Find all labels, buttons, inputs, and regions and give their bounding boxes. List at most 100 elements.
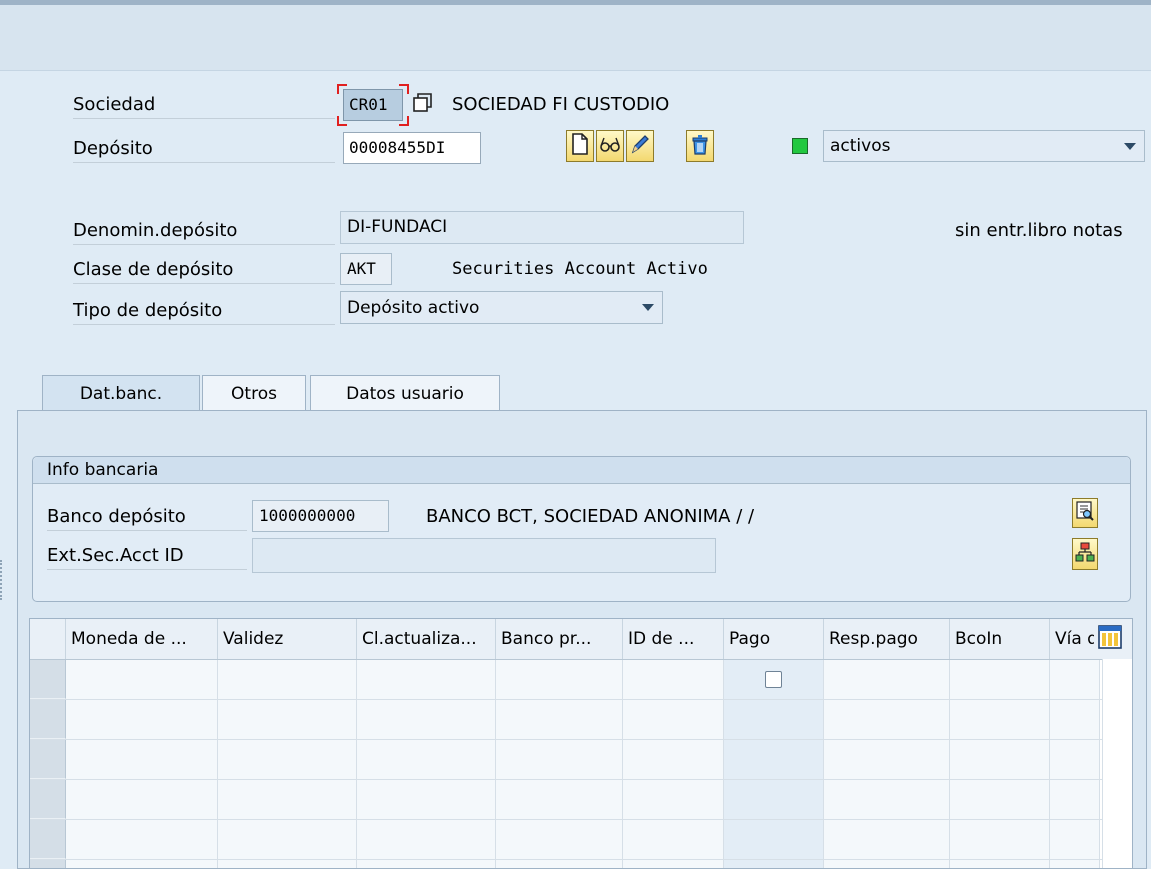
table-cell[interactable] [950,700,1050,739]
table-cell[interactable] [218,860,357,868]
table-cell[interactable] [357,860,496,868]
table-cell[interactable] [1050,740,1100,779]
table-cell[interactable] [623,820,724,859]
table-cell[interactable] [357,700,496,739]
table-cell[interactable] [824,700,950,739]
info-bancaria-header [33,457,1130,484]
table-cell[interactable] [950,860,1050,868]
table-cell[interactable] [950,780,1050,819]
splitter-handle[interactable] [0,560,8,600]
table-cell[interactable] [66,820,218,859]
table-cell[interactable] [1050,660,1100,699]
layout-button[interactable] [1094,623,1126,655]
table-cell[interactable] [496,860,623,868]
table-cell[interactable] [496,780,623,819]
tab-datos-usuario[interactable]: Datos usuario [310,375,500,411]
trash-delete-icon [690,133,710,160]
col-moneda[interactable]: Moneda de ... [66,619,218,659]
status-select-value: activos [830,136,891,156]
table-cell[interactable] [724,780,824,819]
row-selector[interactable] [30,860,66,868]
table-cell[interactable] [824,740,950,779]
change-button[interactable] [626,130,654,162]
table-cell[interactable] [824,860,950,868]
row-selector[interactable] [30,660,66,699]
pago-checkbox[interactable] [765,671,782,688]
table-cell[interactable] [950,820,1050,859]
chevron-down-icon[interactable] [1124,142,1136,150]
ext-sec-acct-input[interactable] [252,538,716,573]
table-cell[interactable] [218,660,357,699]
table-cell[interactable] [357,780,496,819]
table-cell[interactable] [623,780,724,819]
copy-icon[interactable] [410,90,436,118]
bank-detail-button[interactable] [1072,498,1098,528]
table-cell[interactable] [66,740,218,779]
col-bcoin[interactable]: BcoIn [950,619,1050,659]
table-cell[interactable] [1050,780,1100,819]
table-cell[interactable] [218,740,357,779]
table-cell[interactable] [724,700,824,739]
banco-description: BANCO BCT, SOCIEDAD ANONIMA / / [426,506,755,527]
col-cl-actualiza[interactable]: Cl.actualiza... [357,619,496,659]
table-cell[interactable] [357,820,496,859]
table-cell[interactable] [1050,820,1100,859]
delete-button[interactable] [686,130,714,162]
sociedad-input[interactable]: CR01 [343,89,403,121]
row-selector[interactable] [30,700,66,739]
deposito-input[interactable]: 00008455DI [343,132,481,164]
table-cell[interactable] [724,820,824,859]
table-cell[interactable] [824,780,950,819]
table-cell[interactable] [950,660,1050,699]
table-cell[interactable] [66,700,218,739]
col-pago[interactable]: Pago [724,619,824,659]
denomin-input[interactable]: DI-FUNDACI [340,211,744,244]
row-selector[interactable] [30,780,66,819]
col-via[interactable]: Vía d [1050,619,1100,659]
table-cell[interactable] [496,820,623,859]
table-cell[interactable] [357,660,496,699]
table-cell[interactable] [824,820,950,859]
table-cell[interactable] [623,860,724,868]
tipo-select[interactable]: Depósito activo [340,291,663,324]
table-cell[interactable] [950,740,1050,779]
table-cell[interactable] [218,820,357,859]
vertical-scrollbar[interactable] [1102,659,1132,868]
table-cell[interactable] [218,780,357,819]
table-cell[interactable] [623,740,724,779]
table-cell[interactable] [66,660,218,699]
table-cell[interactable] [623,700,724,739]
col-resp-pago[interactable]: Resp.pago [824,619,950,659]
table-cell[interactable] [724,740,824,779]
table-cell[interactable] [724,860,824,868]
title-bar [0,0,1151,70]
table-cell[interactable] [1050,700,1100,739]
select-all-corner[interactable] [30,619,66,659]
create-button[interactable] [566,130,594,162]
chevron-down-icon[interactable] [642,304,654,311]
table-cell[interactable] [357,740,496,779]
table-cell[interactable] [496,700,623,739]
col-validez[interactable]: Validez [218,619,357,659]
table-cell[interactable] [623,660,724,699]
table-cell[interactable] [1050,860,1100,868]
hierarchy-button[interactable] [1072,538,1098,570]
row-selector[interactable] [30,820,66,859]
table-cell[interactable] [496,660,623,699]
table-header: Moneda de ... Validez Cl.actualiza... Ba… [30,619,1132,660]
col-banco-pr[interactable]: Banco pr... [496,619,623,659]
row-selector[interactable] [30,740,66,779]
table-cell[interactable] [66,860,218,868]
table-body [30,660,1132,868]
table-cell[interactable] [724,660,824,699]
tab-otros[interactable]: Otros [202,375,306,411]
display-button[interactable] [596,130,624,162]
status-select[interactable]: activos [823,130,1145,162]
table-cell[interactable] [496,740,623,779]
table-cell[interactable] [66,780,218,819]
table-row [30,700,1132,740]
tab-dat-banc[interactable]: Dat.banc. [42,375,200,411]
table-cell[interactable] [218,700,357,739]
col-id-de[interactable]: ID de ... [623,619,724,659]
table-cell[interactable] [824,660,950,699]
